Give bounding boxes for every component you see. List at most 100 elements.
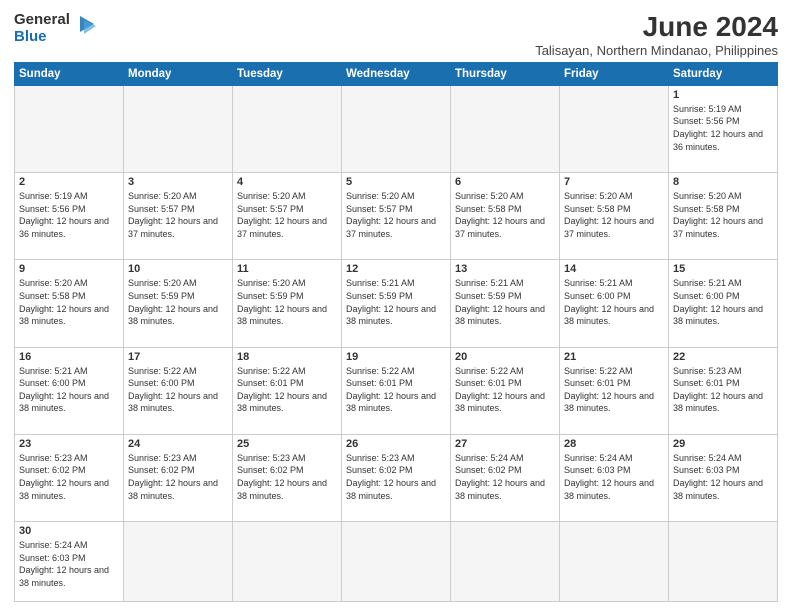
location-subtitle: Talisayan, Northern Mindanao, Philippine… (535, 43, 778, 58)
calendar-cell: 14 Sunrise: 5:21 AM Sunset: 6:00 PM Dayl… (560, 260, 669, 347)
day-info: Sunrise: 5:20 AM Sunset: 5:57 PM Dayligh… (346, 190, 446, 240)
calendar-header-row: Sunday Monday Tuesday Wednesday Thursday… (15, 62, 778, 85)
day-info: Sunrise: 5:21 AM Sunset: 6:00 PM Dayligh… (673, 277, 773, 327)
day-number: 12 (346, 263, 446, 275)
calendar-cell: 17 Sunrise: 5:22 AM Sunset: 6:00 PM Dayl… (124, 347, 233, 434)
calendar-cell (15, 85, 124, 172)
day-number: 21 (564, 351, 664, 363)
day-number: 25 (237, 438, 337, 450)
day-info: Sunrise: 5:22 AM Sunset: 6:00 PM Dayligh… (128, 365, 228, 415)
day-info: Sunrise: 5:21 AM Sunset: 6:00 PM Dayligh… (564, 277, 664, 327)
day-number: 3 (128, 176, 228, 188)
calendar-cell: 29 Sunrise: 5:24 AM Sunset: 6:03 PM Dayl… (669, 434, 778, 521)
day-number: 13 (455, 263, 555, 275)
calendar-cell: 22 Sunrise: 5:23 AM Sunset: 6:01 PM Dayl… (669, 347, 778, 434)
day-info: Sunrise: 5:24 AM Sunset: 6:03 PM Dayligh… (19, 539, 119, 589)
day-number: 8 (673, 176, 773, 188)
calendar-cell (560, 522, 669, 602)
title-block: June 2024 Talisayan, Northern Mindanao, … (535, 12, 778, 58)
calendar-cell: 3 Sunrise: 5:20 AM Sunset: 5:57 PM Dayli… (124, 173, 233, 260)
calendar-cell (342, 522, 451, 602)
calendar-cell: 4 Sunrise: 5:20 AM Sunset: 5:57 PM Dayli… (233, 173, 342, 260)
day-number: 28 (564, 438, 664, 450)
logo: General Blue (14, 12, 96, 45)
col-tuesday: Tuesday (233, 62, 342, 85)
calendar-cell: 10 Sunrise: 5:20 AM Sunset: 5:59 PM Dayl… (124, 260, 233, 347)
day-info: Sunrise: 5:23 AM Sunset: 6:02 PM Dayligh… (346, 452, 446, 502)
day-info: Sunrise: 5:23 AM Sunset: 6:02 PM Dayligh… (19, 452, 119, 502)
calendar-cell: 18 Sunrise: 5:22 AM Sunset: 6:01 PM Dayl… (233, 347, 342, 434)
calendar-cell: 6 Sunrise: 5:20 AM Sunset: 5:58 PM Dayli… (451, 173, 560, 260)
day-number: 20 (455, 351, 555, 363)
day-info: Sunrise: 5:23 AM Sunset: 6:01 PM Dayligh… (673, 365, 773, 415)
day-info: Sunrise: 5:20 AM Sunset: 5:57 PM Dayligh… (237, 190, 337, 240)
day-info: Sunrise: 5:21 AM Sunset: 5:59 PM Dayligh… (346, 277, 446, 327)
calendar-cell: 25 Sunrise: 5:23 AM Sunset: 6:02 PM Dayl… (233, 434, 342, 521)
day-number: 29 (673, 438, 773, 450)
day-info: Sunrise: 5:20 AM Sunset: 5:58 PM Dayligh… (673, 190, 773, 240)
calendar-cell: 1 Sunrise: 5:19 AM Sunset: 5:56 PM Dayli… (669, 85, 778, 172)
day-info: Sunrise: 5:19 AM Sunset: 5:56 PM Dayligh… (19, 190, 119, 240)
calendar-cell: 21 Sunrise: 5:22 AM Sunset: 6:01 PM Dayl… (560, 347, 669, 434)
day-info: Sunrise: 5:21 AM Sunset: 5:59 PM Dayligh… (455, 277, 555, 327)
day-info: Sunrise: 5:24 AM Sunset: 6:02 PM Dayligh… (455, 452, 555, 502)
calendar-cell: 7 Sunrise: 5:20 AM Sunset: 5:58 PM Dayli… (560, 173, 669, 260)
day-info: Sunrise: 5:20 AM Sunset: 5:57 PM Dayligh… (128, 190, 228, 240)
day-number: 30 (19, 525, 119, 537)
calendar-table: Sunday Monday Tuesday Wednesday Thursday… (14, 62, 778, 602)
calendar-cell (342, 85, 451, 172)
calendar-cell: 19 Sunrise: 5:22 AM Sunset: 6:01 PM Dayl… (342, 347, 451, 434)
day-number: 26 (346, 438, 446, 450)
day-number: 4 (237, 176, 337, 188)
col-thursday: Thursday (451, 62, 560, 85)
calendar-cell (451, 522, 560, 602)
day-number: 11 (237, 263, 337, 275)
calendar-cell: 15 Sunrise: 5:21 AM Sunset: 6:00 PM Dayl… (669, 260, 778, 347)
day-info: Sunrise: 5:24 AM Sunset: 6:03 PM Dayligh… (564, 452, 664, 502)
day-info: Sunrise: 5:21 AM Sunset: 6:00 PM Dayligh… (19, 365, 119, 415)
day-number: 7 (564, 176, 664, 188)
logo-triangle-icon (74, 14, 96, 42)
calendar-cell: 11 Sunrise: 5:20 AM Sunset: 5:59 PM Dayl… (233, 260, 342, 347)
day-number: 5 (346, 176, 446, 188)
calendar-cell: 24 Sunrise: 5:23 AM Sunset: 6:02 PM Dayl… (124, 434, 233, 521)
day-info: Sunrise: 5:19 AM Sunset: 5:56 PM Dayligh… (673, 103, 773, 153)
day-number: 6 (455, 176, 555, 188)
calendar-cell: 12 Sunrise: 5:21 AM Sunset: 5:59 PM Dayl… (342, 260, 451, 347)
col-wednesday: Wednesday (342, 62, 451, 85)
calendar-cell: 28 Sunrise: 5:24 AM Sunset: 6:03 PM Dayl… (560, 434, 669, 521)
calendar-cell: 23 Sunrise: 5:23 AM Sunset: 6:02 PM Dayl… (15, 434, 124, 521)
day-info: Sunrise: 5:24 AM Sunset: 6:03 PM Dayligh… (673, 452, 773, 502)
day-info: Sunrise: 5:20 AM Sunset: 5:58 PM Dayligh… (455, 190, 555, 240)
day-info: Sunrise: 5:23 AM Sunset: 6:02 PM Dayligh… (128, 452, 228, 502)
col-saturday: Saturday (669, 62, 778, 85)
day-number: 14 (564, 263, 664, 275)
day-info: Sunrise: 5:20 AM Sunset: 5:58 PM Dayligh… (564, 190, 664, 240)
day-number: 15 (673, 263, 773, 275)
day-number: 19 (346, 351, 446, 363)
calendar-cell (669, 522, 778, 602)
calendar-cell: 8 Sunrise: 5:20 AM Sunset: 5:58 PM Dayli… (669, 173, 778, 260)
day-info: Sunrise: 5:22 AM Sunset: 6:01 PM Dayligh… (237, 365, 337, 415)
calendar-cell: 9 Sunrise: 5:20 AM Sunset: 5:58 PM Dayli… (15, 260, 124, 347)
page: General Blue June 2024 Talisayan, Northe… (0, 0, 792, 612)
day-number: 18 (237, 351, 337, 363)
calendar-cell: 20 Sunrise: 5:22 AM Sunset: 6:01 PM Dayl… (451, 347, 560, 434)
calendar-cell: 2 Sunrise: 5:19 AM Sunset: 5:56 PM Dayli… (15, 173, 124, 260)
day-info: Sunrise: 5:20 AM Sunset: 5:59 PM Dayligh… (128, 277, 228, 327)
calendar-cell: 30 Sunrise: 5:24 AM Sunset: 6:03 PM Dayl… (15, 522, 124, 602)
day-number: 23 (19, 438, 119, 450)
calendar-cell (451, 85, 560, 172)
day-number: 10 (128, 263, 228, 275)
day-number: 17 (128, 351, 228, 363)
col-sunday: Sunday (15, 62, 124, 85)
calendar-cell: 16 Sunrise: 5:21 AM Sunset: 6:00 PM Dayl… (15, 347, 124, 434)
day-info: Sunrise: 5:22 AM Sunset: 6:01 PM Dayligh… (455, 365, 555, 415)
calendar-cell (124, 522, 233, 602)
calendar-cell (233, 522, 342, 602)
day-info: Sunrise: 5:23 AM Sunset: 6:02 PM Dayligh… (237, 452, 337, 502)
calendar-cell (124, 85, 233, 172)
col-friday: Friday (560, 62, 669, 85)
day-number: 22 (673, 351, 773, 363)
day-number: 1 (673, 89, 773, 101)
